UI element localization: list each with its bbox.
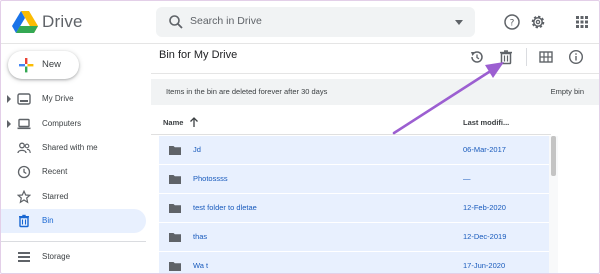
bin-notice-text: Items in the bin are deleted forever aft… [166, 87, 328, 96]
column-name-header[interactable]: Name [163, 118, 183, 127]
sidebar-item-label: Bin [42, 216, 54, 225]
sidebar-item-shared-with-me[interactable]: Shared with me [1, 136, 146, 160]
my-drive-icon [17, 93, 31, 105]
app-brand[interactable]: Drive [42, 12, 83, 32]
scrollbar-thumb[interactable] [551, 136, 556, 176]
search-options-dropdown-icon[interactable] [453, 16, 465, 28]
sort-ascending-icon[interactable] [189, 116, 199, 128]
file-modified-date: 06-Mar-2017 [463, 145, 506, 154]
apps-grid-icon[interactable] [573, 13, 591, 31]
plus-icon [19, 58, 34, 73]
search-bar[interactable]: Search in Drive [156, 7, 475, 37]
header-divider [1, 43, 599, 44]
grid-view-icon[interactable] [538, 49, 554, 65]
file-name: Photossss [193, 174, 228, 183]
folder-icon [169, 262, 181, 271]
sidebar-item-starred[interactable]: Starred [1, 185, 146, 209]
file-list: Jd 06-Mar-2017 Photossss — test folder t… [159, 136, 549, 273]
new-button-label: New [42, 59, 62, 70]
sidebar-item-bin[interactable]: Bin [1, 209, 146, 233]
bin-notice-banner: Items in the bin are deleted forever aft… [151, 79, 599, 105]
folder-icon [169, 233, 181, 242]
file-name: Wa t [193, 261, 209, 270]
sidebar-item-computers[interactable]: Computers [1, 112, 146, 136]
sidebar-item-label: Starred [42, 192, 69, 201]
expand-caret-icon[interactable] [6, 94, 12, 104]
toolbar-divider [526, 48, 527, 66]
computer-icon [17, 118, 31, 130]
shared-icon [17, 142, 31, 154]
page-title[interactable]: Bin for My Drive [159, 49, 237, 61]
folder-icon [169, 204, 181, 213]
file-modified-date: — [463, 174, 471, 183]
sidebar-item-label: Computers [42, 119, 82, 128]
search-placeholder[interactable]: Search in Drive [190, 15, 262, 27]
sidebar-divider [1, 241, 146, 242]
info-icon[interactable] [568, 49, 584, 65]
sidebar-item-recent[interactable]: Recent [1, 160, 146, 184]
list-item[interactable]: Wa t 17-Jun-2020 [159, 252, 549, 273]
file-modified-date: 12-Feb-2020 [463, 203, 506, 212]
search-icon[interactable] [168, 14, 184, 30]
file-modified-date: 17-Jun-2020 [463, 261, 506, 270]
toolbar-divider-line [151, 73, 599, 74]
storage-icon [18, 252, 30, 262]
folder-icon [169, 175, 181, 184]
sidebar-item-storage[interactable]: Storage [1, 245, 146, 269]
empty-bin-button[interactable]: Empty bin [551, 87, 584, 96]
folder-icon [169, 146, 181, 155]
star-icon [17, 190, 31, 204]
clock-icon [17, 165, 31, 179]
new-button[interactable]: New [8, 51, 79, 79]
help-icon[interactable]: ? [503, 13, 521, 31]
trash-icon [19, 214, 29, 228]
file-name: Jd [193, 145, 201, 154]
svg-text:?: ? [510, 19, 515, 29]
sidebar-item-label: My Drive [42, 94, 74, 103]
list-item[interactable]: thas 12-Dec-2019 [159, 223, 549, 252]
file-list-header: Name Last modifi... [151, 111, 551, 135]
drive-logo-icon[interactable] [12, 11, 38, 33]
restore-icon[interactable] [469, 49, 485, 65]
file-name: thas [193, 232, 208, 241]
settings-icon[interactable] [529, 13, 547, 31]
sidebar-item-label: Storage [42, 252, 71, 261]
column-modified-header[interactable]: Last modifi... [463, 118, 509, 127]
sidebar-item-label: Shared with me [42, 143, 98, 152]
drive-window: Drive Search in Drive ? New My Drive Com… [0, 0, 600, 274]
trash-icon[interactable] [498, 49, 514, 65]
list-item[interactable]: Jd 06-Mar-2017 [159, 136, 549, 165]
sidebar-item-label: Recent [42, 167, 68, 176]
list-item[interactable]: Photossss — [159, 165, 549, 194]
expand-caret-icon[interactable] [6, 119, 12, 129]
sidebar-item-my-drive[interactable]: My Drive [1, 87, 146, 111]
list-item[interactable]: test folder to dletae 12-Feb-2020 [159, 194, 549, 223]
file-name: test folder to dletae [193, 203, 257, 212]
file-modified-date: 12-Dec-2019 [463, 232, 507, 241]
